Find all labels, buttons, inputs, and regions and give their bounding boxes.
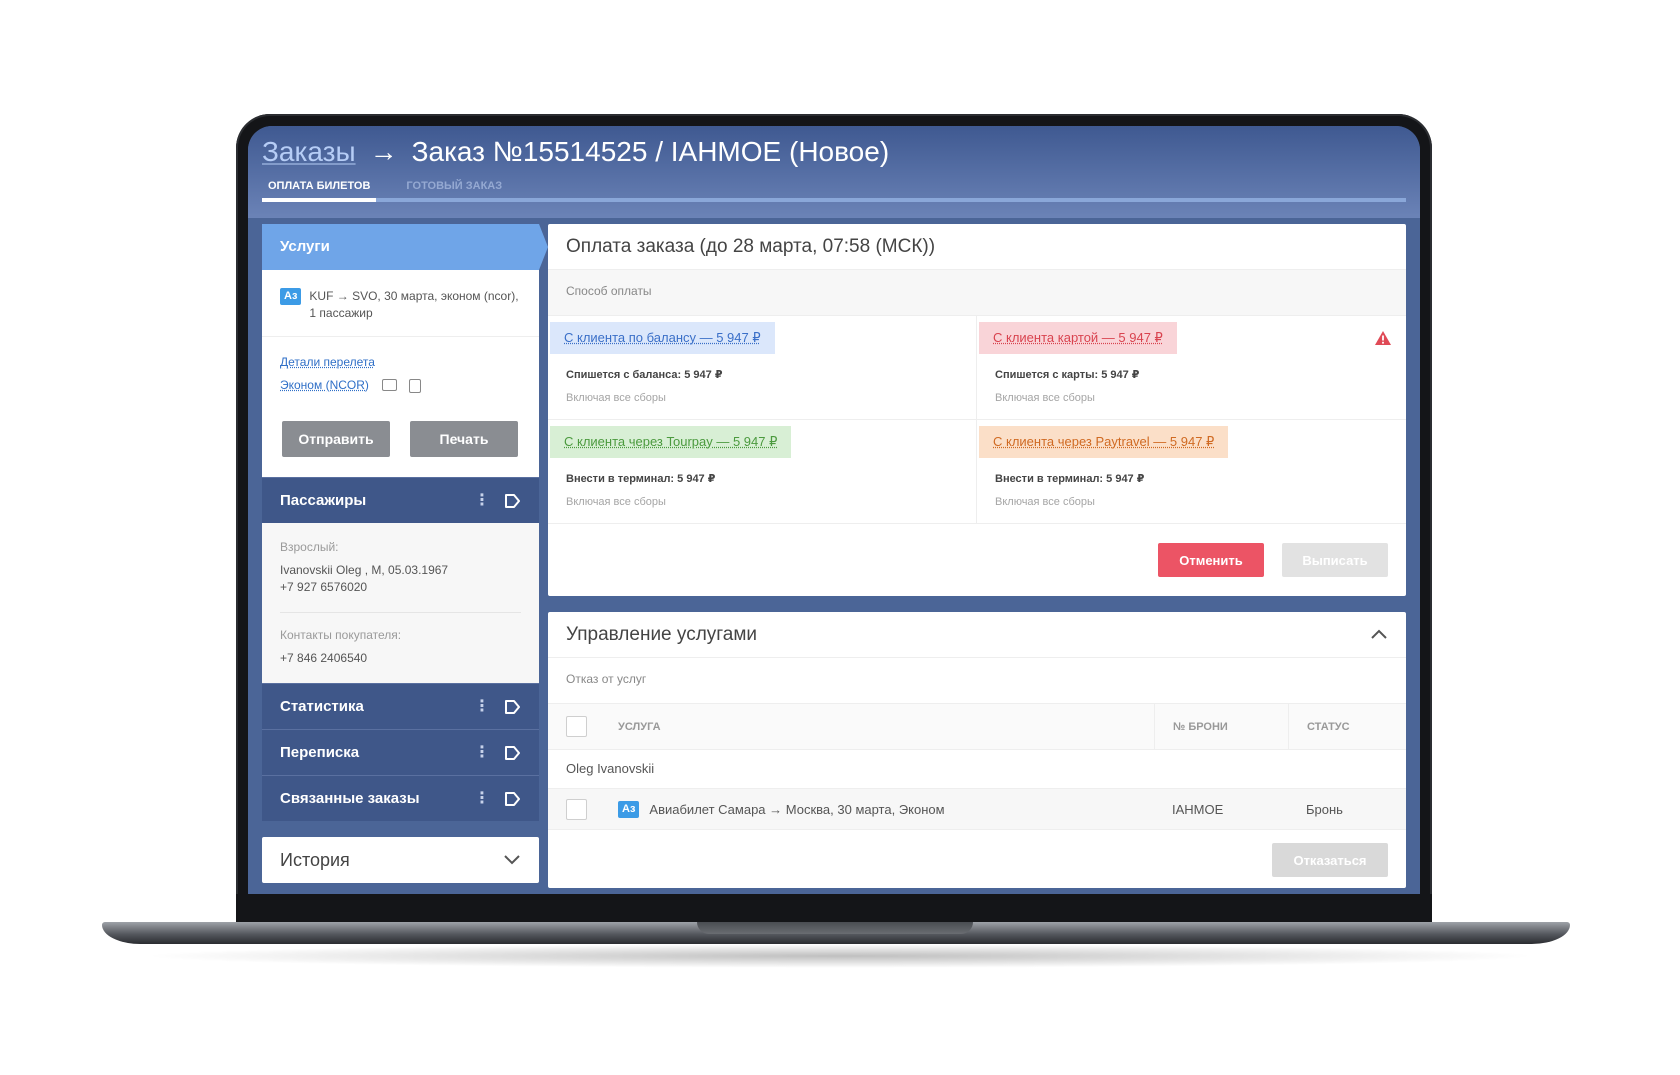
issue-button[interactable]: Выписать xyxy=(1282,543,1388,577)
service-actions: Отправить Печать xyxy=(262,409,539,477)
payment-option-note: Включая все сборы xyxy=(995,392,1095,404)
payment-actions: Отменить Выписать xyxy=(548,524,1406,596)
tab-ticket-payment[interactable]: ОПЛАТА БИЛЕТОВ xyxy=(262,178,377,202)
sidebar: Услуги Аз KUF → SVO, 30 марта, эконом (n… xyxy=(262,224,548,883)
related-orders-title: Связанные заказы xyxy=(280,790,420,807)
select-all-checkbox[interactable] xyxy=(566,716,587,737)
main-content: Оплата заказа (до 28 марта, 07:58 (МСК))… xyxy=(548,224,1406,888)
payment-option-balance: С клиента по балансу — 5 947 ₽ Спишется … xyxy=(548,316,977,420)
refuse-button[interactable]: Отказаться xyxy=(1272,843,1388,877)
row-service: Авиабилет Самара → Москва, 30 марта, Эко… xyxy=(649,801,945,817)
payment-card: Оплата заказа (до 28 марта, 07:58 (МСК))… xyxy=(548,224,1406,596)
cancel-button[interactable]: Отменить xyxy=(1158,543,1264,577)
service-route-text: KUF → SVO, 30 марта, эконом (ncor), 1 па… xyxy=(309,289,519,320)
row-pnr: IAHMOE xyxy=(1172,801,1224,817)
history-title: История xyxy=(280,849,350,870)
service-route: Аз KUF → SVO, 30 марта, эконом (ncor), 1… xyxy=(262,270,539,337)
tag-icon[interactable] xyxy=(504,699,521,715)
correspondence-panel-header[interactable]: Переписка ⋮ xyxy=(262,729,539,775)
passengers-panel: Взрослый: Ivanovskii Oleg , M, 05.03.196… xyxy=(262,523,539,683)
adult-phone: +7 927 6576020 xyxy=(280,580,368,594)
more-options-icon[interactable]: ⋮ xyxy=(474,698,490,714)
chevron-down-icon xyxy=(503,850,521,871)
services-management-card: Управление услугами Отказ от услуг УСЛУГ… xyxy=(548,612,1406,888)
pay-by-card-link[interactable]: С клиента картой — 5 947 ₽ xyxy=(979,322,1177,354)
print-button[interactable]: Печать xyxy=(410,421,518,457)
airline-badge: Аз xyxy=(618,800,640,818)
statistics-title: Статистика xyxy=(280,698,364,715)
more-options-icon[interactable]: ⋮ xyxy=(474,790,490,806)
services-actions: Отказаться xyxy=(548,830,1406,888)
order-tabs: ОПЛАТА БИЛЕТОВ ГОТОВЫЙ ЗАКАЗ xyxy=(262,178,1406,202)
breadcrumb-arrow: → xyxy=(369,136,398,167)
tag-icon[interactable] xyxy=(504,493,521,509)
adult-label: Взрослый: xyxy=(280,540,339,554)
services-management-title: Управление услугами xyxy=(566,623,758,645)
payment-option-note: Включая все сборы xyxy=(995,496,1095,508)
chevron-up-icon[interactable] xyxy=(1370,624,1388,646)
table-row: Аз Авиабилет Самара → Москва, 30 марта, … xyxy=(548,788,1406,830)
passengers-title: Пассажиры xyxy=(280,492,367,509)
column-status: СТАТУС xyxy=(1288,704,1406,749)
payment-method-label: Способ оплаты xyxy=(548,270,1406,316)
payment-option-detail: Внести в терминал: 5 947 ₽ xyxy=(566,473,716,485)
page-header: Заказы → Заказ №15514525 / IAHMOE (Новое) … xyxy=(248,126,1420,218)
payment-option-paytravel: С клиента через Paytravel — 5 947 ₽ Внес… xyxy=(977,420,1406,524)
services-panel: Аз KUF → SVO, 30 марта, эконом (ncor), 1… xyxy=(262,270,539,477)
payment-option-note: Включая все сборы xyxy=(566,496,666,508)
payment-title: Оплата заказа (до 28 марта, 07:58 (МСК)) xyxy=(548,224,1406,270)
payment-option-note: Включая все сборы xyxy=(566,392,666,404)
pay-by-paytravel-link[interactable]: С клиента через Paytravel — 5 947 ₽ xyxy=(979,426,1229,458)
breadcrumb-orders-link[interactable]: Заказы xyxy=(262,136,356,167)
payment-option-tourpay: С клиента через Tourpay — 5 947 ₽ Внести… xyxy=(548,420,977,524)
payment-option-card: С клиента картой — 5 947 ₽ Спишется с ка… xyxy=(977,316,1406,420)
adult-name: Ivanovskii Oleg , M, 05.03.1967 xyxy=(280,563,449,577)
airline-badge: Аз xyxy=(280,288,302,305)
statistics-panel-header[interactable]: Статистика ⋮ xyxy=(262,683,539,729)
service-links: Детали перелета Эконом (NCOR) xyxy=(262,337,539,409)
breadcrumb: Заказы → Заказ №15514525 / IAHMOE (Новое) xyxy=(262,136,889,168)
tag-icon[interactable] xyxy=(504,791,521,807)
contacts-label: Контакты покупателя: xyxy=(280,628,402,642)
more-options-icon[interactable]: ⋮ xyxy=(474,492,490,508)
laptop-notch xyxy=(697,922,973,934)
services-refusal-label: Отказ от услуг xyxy=(548,658,1406,704)
app-screen: Заказы → Заказ №15514525 / IAHMOE (Новое) … xyxy=(248,126,1420,894)
more-options-icon[interactable]: ⋮ xyxy=(474,744,490,760)
payment-option-detail: Внести в терминал: 5 947 ₽ xyxy=(995,473,1145,485)
payment-title-text: Оплата заказа (до 28 марта, 07:58 (МСК)) xyxy=(566,235,936,257)
services-table-header: УСЛУГА № БРОНИ СТАТУС xyxy=(548,704,1406,750)
column-pnr: № БРОНИ xyxy=(1154,704,1288,749)
pay-by-tourpay-link[interactable]: С клиента через Tourpay — 5 947 ₽ xyxy=(550,426,792,458)
adult-passenger: Взрослый: Ivanovskii Oleg , M, 05.03.196… xyxy=(280,539,521,613)
ticket-icon xyxy=(382,378,398,391)
contacts-phone: +7 846 2406540 xyxy=(280,651,368,665)
send-button[interactable]: Отправить xyxy=(282,421,390,457)
fare-link[interactable]: Эконом (NCOR) xyxy=(280,378,369,392)
correspondence-title: Переписка xyxy=(280,744,360,761)
payment-option-detail: Спишется с баланса: 5 947 ₽ xyxy=(566,369,723,381)
page-title: Заказ №15514525 / IAHMOE (Новое) xyxy=(411,136,890,167)
warning-icon xyxy=(1374,330,1392,351)
baggage-icon xyxy=(409,378,422,393)
passenger-group-name: Oleg Ivanovskii xyxy=(566,761,655,776)
flight-details-link[interactable]: Детали перелета xyxy=(280,355,375,369)
passengers-panel-header[interactable]: Пассажиры ⋮ xyxy=(262,477,539,523)
services-panel-header[interactable]: Услуги xyxy=(262,224,548,270)
services-management-header[interactable]: Управление услугами xyxy=(548,612,1406,658)
payment-option-detail: Спишется с карты: 5 947 ₽ xyxy=(995,369,1140,381)
payment-options: С клиента по балансу — 5 947 ₽ Спишется … xyxy=(548,316,1406,524)
tab-ready-order[interactable]: ГОТОВЫЙ ЗАКАЗ xyxy=(400,178,508,198)
row-status: Бронь xyxy=(1306,801,1343,817)
laptop-shadow xyxy=(140,944,1540,968)
history-dropdown[interactable]: История xyxy=(262,837,539,883)
column-service: УСЛУГА xyxy=(618,720,661,733)
row-checkbox[interactable] xyxy=(566,798,587,820)
related-orders-panel-header[interactable]: Связанные заказы ⋮ xyxy=(262,775,539,821)
buyer-contacts: Контакты покупателя: +7 846 2406540 xyxy=(280,627,521,667)
pay-by-balance-link[interactable]: С клиента по балансу — 5 947 ₽ xyxy=(550,322,775,354)
tag-icon[interactable] xyxy=(504,745,521,761)
